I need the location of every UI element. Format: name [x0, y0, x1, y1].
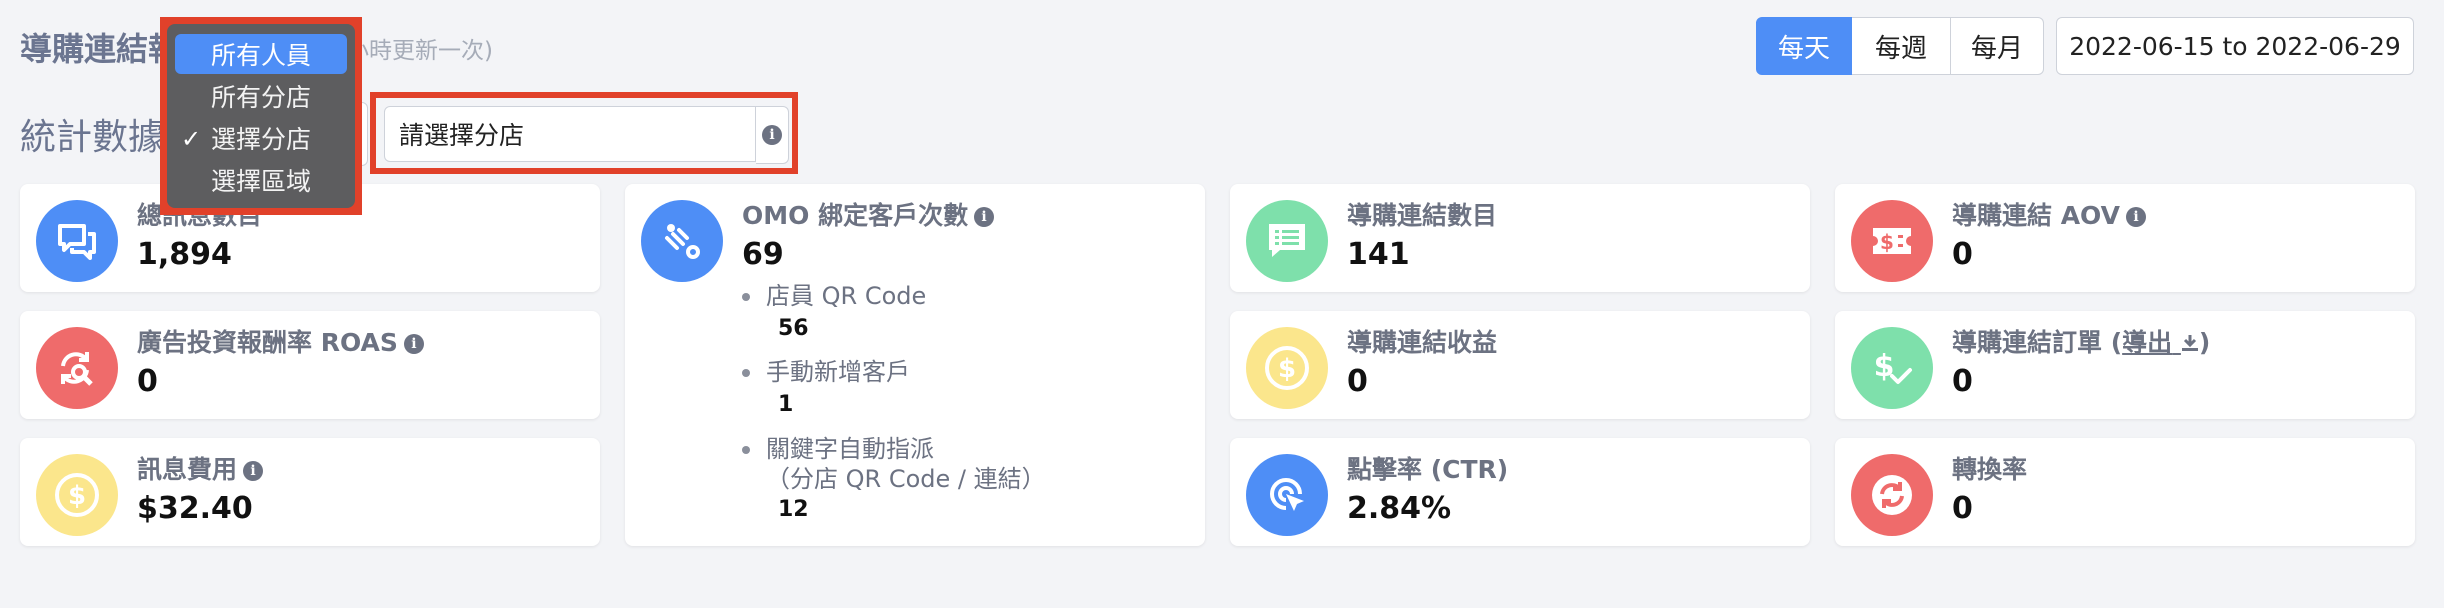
card-value: 141	[1347, 237, 1410, 272]
card-value: 2.84%	[1347, 491, 1452, 526]
omo-item-label: 手動新增客戶	[742, 352, 910, 387]
svg-text:$: $	[1880, 230, 1894, 254]
card-value: 0	[137, 364, 158, 399]
click-target-icon	[1246, 454, 1328, 536]
dollar-coin-icon: $	[36, 454, 118, 536]
svg-text:$: $	[1874, 349, 1895, 384]
info-icon[interactable]: i	[756, 106, 789, 164]
omo-item-value: 1	[778, 392, 794, 417]
info-icon[interactable]: i	[2125, 207, 2146, 227]
card-orders: $ 導購連結訂單 (導出 ) 0	[1835, 311, 2415, 419]
update-note: 小時更新一次)	[346, 38, 493, 64]
card-link-count: 導購連結數目 141	[1230, 184, 1810, 292]
card-value: 0	[1952, 491, 1973, 526]
card-roas: 廣告投資報酬率 ROAS i 0	[20, 311, 600, 419]
dollar-coin-icon: $	[1246, 327, 1328, 409]
page-title: 導購連結報	[20, 30, 181, 68]
branch-select-input[interactable]: 請選擇分店	[384, 106, 756, 162]
stats-section-title: 統計數據	[20, 117, 165, 158]
info-icon[interactable]: i	[974, 207, 995, 227]
card-value: 1,894	[137, 237, 232, 272]
info-icon[interactable]: i	[403, 334, 424, 354]
binding-link-icon	[641, 200, 723, 282]
export-link[interactable]: 導出	[2122, 328, 2199, 357]
info-glyph: i	[762, 125, 782, 145]
omo-item-sublabel: （分店 QR Code / 連結）	[766, 465, 1046, 493]
card-value: 0	[1347, 364, 1368, 399]
dropdown-option-select-region[interactable]: 選擇區域	[175, 160, 347, 200]
card-omo-binding: OMO 綁定客戶次數 i 69 店員 QR Code 56 手動新增客戶 1 關鍵…	[625, 184, 1205, 546]
card-label: 訊息費用 i	[137, 450, 264, 486]
card-label: 導購連結收益	[1347, 328, 1498, 357]
dropdown-option-all-branches[interactable]: 所有分店	[175, 76, 347, 116]
period-weekly-button[interactable]: 每週	[1852, 17, 1951, 75]
card-label: 導購連結數目	[1347, 201, 1498, 230]
chat-bubbles-icon	[36, 200, 118, 282]
bullet	[742, 293, 750, 301]
omo-item-value: 56	[778, 316, 809, 341]
card-link-revenue: $ 導購連結收益 0	[1230, 311, 1810, 419]
card-value: 69	[742, 237, 784, 272]
period-monthly-button[interactable]: 每月	[1951, 17, 2044, 75]
refresh-icon	[1851, 454, 1933, 536]
dropdown-option-select-branch[interactable]: ✓ 選擇分店	[175, 118, 347, 158]
dollar-check-icon: $	[1851, 327, 1933, 409]
card-aov: $ 導購連結 AOV i 0	[1835, 184, 2415, 292]
svg-text:$: $	[68, 481, 86, 511]
dollar-ticket-icon: $	[1851, 200, 1933, 282]
card-label: 廣告投資報酬率 ROAS i	[137, 323, 424, 359]
date-range-picker[interactable]: 2022-06-15 to 2022-06-29	[2056, 17, 2414, 75]
scope-dropdown-menu: 所有人員 所有分店 ✓ 選擇分店 選擇區域	[167, 24, 355, 208]
bullet	[742, 446, 750, 454]
card-label: 導購連結 AOV i	[1952, 196, 2146, 232]
refresh-search-icon	[36, 327, 118, 409]
card-message-cost: $ 訊息費用 i $32.40	[20, 438, 600, 546]
card-ctr: 點擊率 (CTR) 2.84%	[1230, 438, 1810, 546]
period-daily-button[interactable]: 每天	[1756, 17, 1852, 75]
bullet	[742, 369, 750, 377]
card-label: 點擊率 (CTR)	[1347, 455, 1509, 484]
card-label: OMO 綁定客戶次數 i	[742, 196, 995, 232]
card-value: 0	[1952, 237, 1973, 272]
info-icon[interactable]: i	[243, 461, 264, 481]
omo-item-label: 店員 QR Code	[742, 276, 926, 311]
card-label: 轉換率	[1952, 455, 2028, 484]
checkmark-icon: ✓	[181, 125, 202, 153]
period-toggle-group: 每天 每週 每月	[1756, 17, 2044, 75]
list-message-icon	[1246, 200, 1328, 282]
dropdown-option-all-staff[interactable]: 所有人員	[175, 34, 347, 74]
svg-text:$: $	[1278, 354, 1296, 384]
download-icon	[2181, 335, 2198, 351]
card-value: $32.40	[137, 491, 253, 526]
card-value: 0	[1952, 364, 1973, 399]
card-label: 導購連結訂單 (導出 )	[1952, 328, 2211, 357]
omo-item-value: 12	[778, 497, 809, 522]
card-conversion: 轉換率 0	[1835, 438, 2415, 546]
